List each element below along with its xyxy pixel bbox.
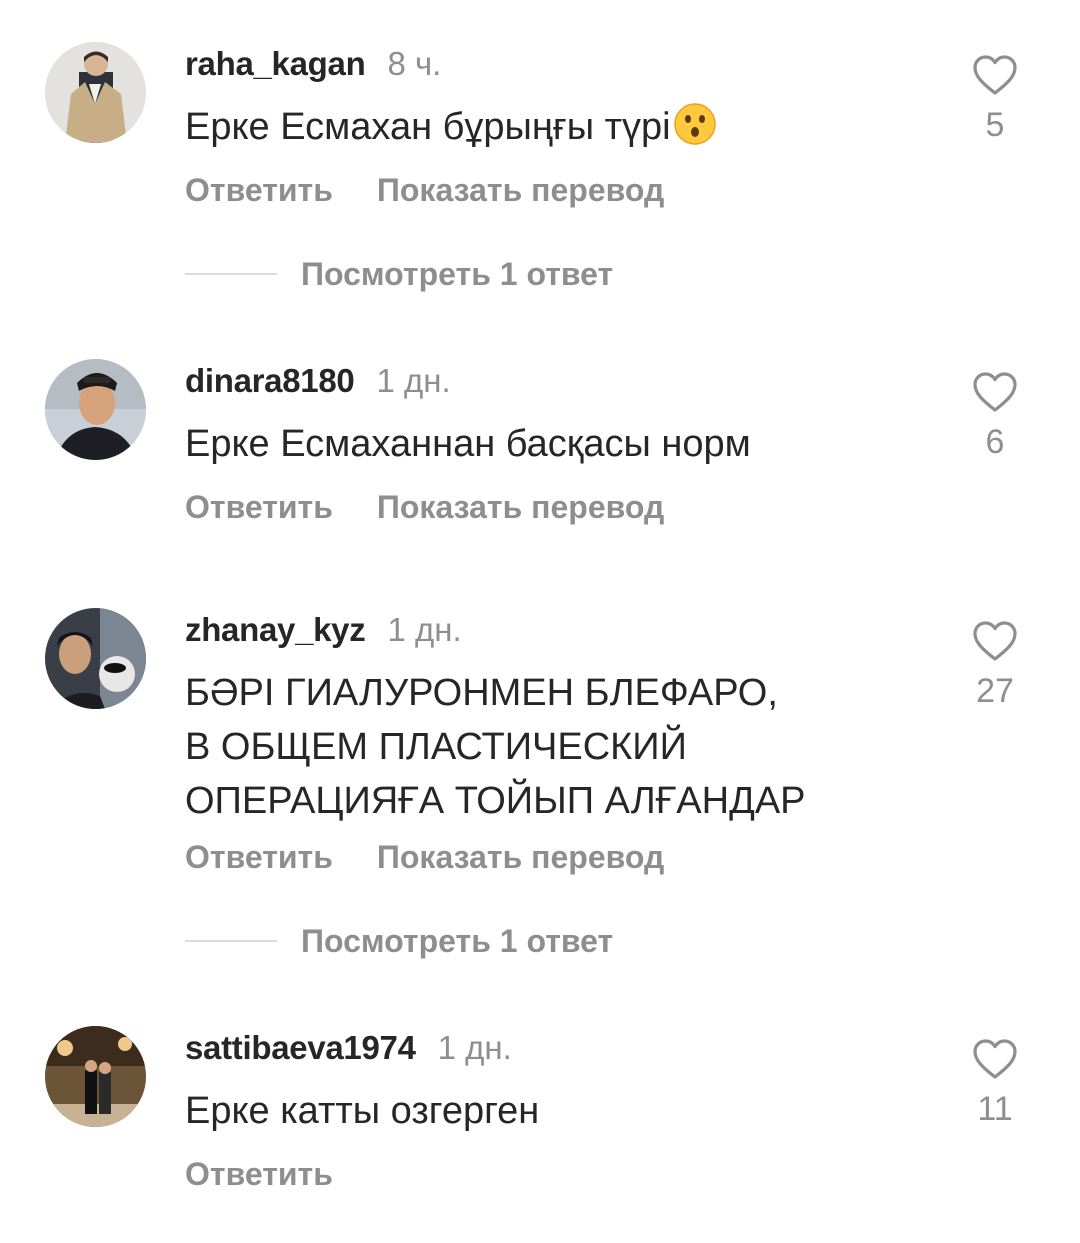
comment-text: Ерке Есмаханнан басқасы норм [185,417,905,471]
comment-text-line: БӘРІ ГИАЛУРОНМЕН БЛЕФАРО, [185,672,778,714]
comment-text: БӘРІ ГИАЛУРОНМЕН БЛЕФАРО, В ОБЩЕМ ПЛАСТИ… [185,666,905,828]
avatar-image [45,1026,146,1127]
heart-icon[interactable] [972,1038,1018,1080]
like-control: 5 [972,54,1018,145]
like-count: 11 [977,1090,1013,1128]
avatar[interactable] [45,359,146,460]
timestamp: 1 дн. [387,611,462,648]
like-control: 27 [972,620,1018,711]
reply-button[interactable]: Ответить [185,1156,333,1192]
comment-meta: raha_kagan 8 ч. [185,44,441,84]
like-control: 6 [972,371,1018,462]
username[interactable]: zhanay_kyz [185,611,366,648]
comment-actions: Ответить Показать перевод [185,837,664,877]
show-translation-button[interactable]: Показать перевод [377,172,664,208]
like-count: 6 [985,423,1005,461]
username[interactable]: raha_kagan [185,45,366,82]
comment-text-content: Ерке Есмахан бұрыңғы түрі [185,106,671,148]
like-control: 11 [972,1038,1018,1129]
comment-actions: Ответить Показать перевод [185,487,664,527]
comment-text-line: ОПЕРАЦИЯҒА ТОЙЫП АЛҒАНДАР [185,780,806,822]
username[interactable]: sattibaeva1974 [185,1029,416,1066]
view-replies-button[interactable]: Посмотреть 1 ответ [301,256,613,292]
avatar[interactable] [45,1026,146,1127]
replies-divider [185,273,277,275]
comment-actions: Ответить Показать перевод [185,170,664,210]
comment-actions: Ответить [185,1154,333,1194]
hushed-face-emoji [673,103,716,145]
comment-text: Ерке Есмахан бұрыңғы түрі [185,100,905,154]
comment-text-content: Ерке Есмаханнан басқасы норм [185,423,751,465]
reply-button[interactable]: Ответить [185,839,333,875]
timestamp: 1 дн. [376,362,451,399]
heart-icon[interactable] [972,371,1018,413]
comment-meta: dinara8180 1 дн. [185,361,451,401]
avatar[interactable] [45,608,146,709]
timestamp: 1 дн. [437,1029,512,1066]
replies-divider [185,940,277,942]
comment-text-content: Ерке катты озгерген [185,1090,540,1132]
view-replies[interactable]: Посмотреть 1 ответ [185,254,613,294]
like-count: 5 [985,106,1005,144]
like-count: 27 [976,672,1014,710]
heart-icon[interactable] [972,54,1018,96]
comment-text: Ерке катты озгерген [185,1084,905,1138]
comment-meta: zhanay_kyz 1 дн. [185,610,462,650]
avatar[interactable] [45,42,146,143]
view-replies-button[interactable]: Посмотреть 1 ответ [301,923,613,959]
show-translation-button[interactable]: Показать перевод [377,489,664,525]
comment-meta: sattibaeva1974 1 дн. [185,1028,512,1068]
avatar-image [45,359,146,460]
show-translation-button[interactable]: Показать перевод [377,839,664,875]
reply-button[interactable]: Ответить [185,489,333,525]
comment-text-line: В ОБЩЕМ ПЛАСТИЧЕСКИЙ [185,726,687,768]
view-replies[interactable]: Посмотреть 1 ответ [185,921,613,961]
heart-icon[interactable] [972,620,1018,662]
reply-button[interactable]: Ответить [185,172,333,208]
avatar-image [45,608,146,709]
avatar-image [45,42,146,143]
username[interactable]: dinara8180 [185,362,355,399]
timestamp: 8 ч. [387,45,442,82]
